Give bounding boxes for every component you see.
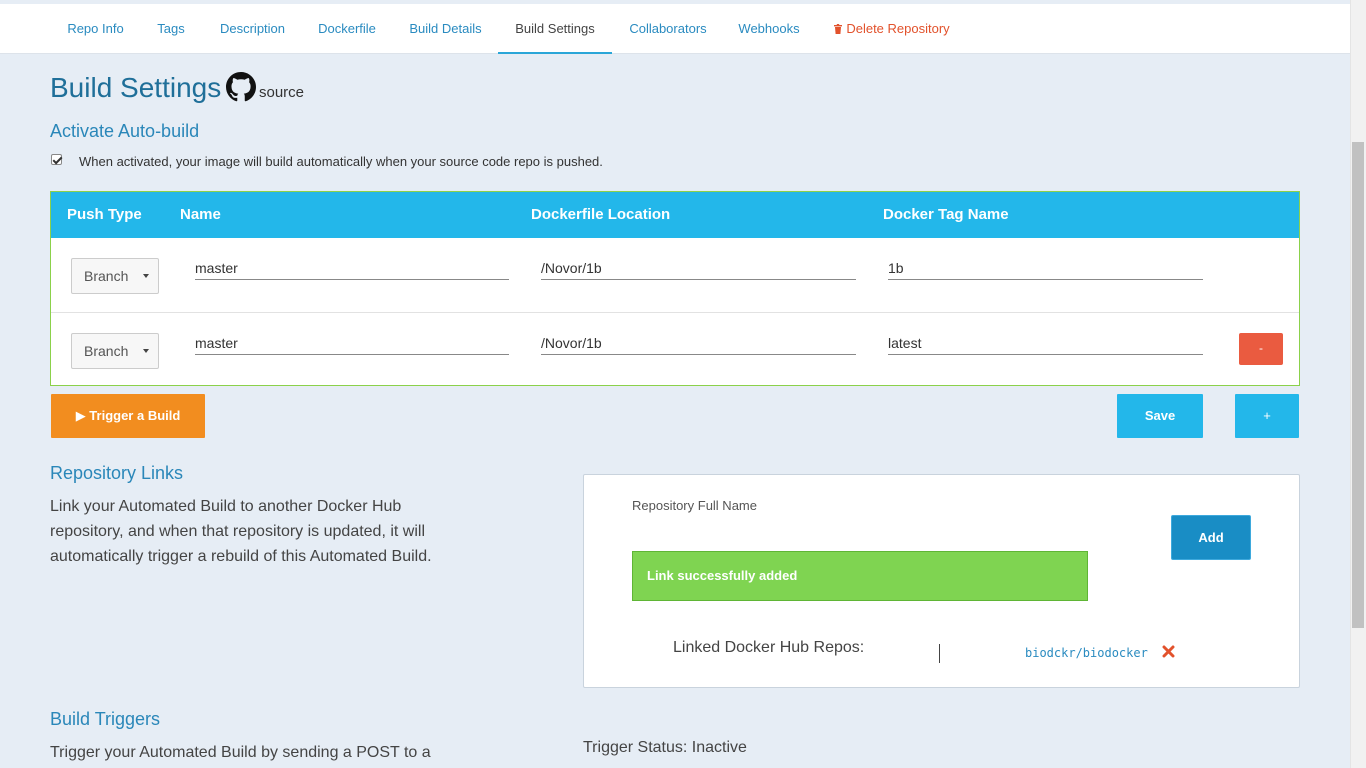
add-row-button[interactable]: + bbox=[1235, 394, 1299, 438]
autobuild-description: When activated, your image will build au… bbox=[79, 154, 603, 169]
remove-row-button[interactable]: - bbox=[1239, 333, 1283, 365]
repo-tab-bar: Repo Info Tags Description Dockerfile Bu… bbox=[0, 4, 1350, 54]
header-push-type: Push Type bbox=[67, 206, 142, 223]
tab-repo-info[interactable]: Repo Info bbox=[67, 4, 124, 54]
build-triggers-heading: Build Triggers bbox=[50, 709, 161, 729]
tab-collaborators[interactable]: Collaborators bbox=[629, 4, 707, 54]
build-settings-table: Push Type Name Dockerfile Location Docke… bbox=[50, 191, 1300, 386]
dockerfile-location-input[interactable]: /Novor/1b bbox=[541, 335, 856, 355]
autobuild-heading: Activate Auto-build bbox=[50, 121, 200, 141]
table-row: Branch master /Novor/1b 1b bbox=[51, 238, 1299, 312]
tab-webhooks[interactable]: Webhooks bbox=[738, 4, 800, 54]
docker-tag-input[interactable]: 1b bbox=[888, 260, 1203, 280]
caret-down-icon bbox=[143, 274, 149, 278]
name-input[interactable]: master bbox=[195, 260, 509, 280]
scrollbar-thumb[interactable] bbox=[1352, 142, 1364, 628]
tab-delete-repository[interactable]: Delete Repository bbox=[832, 4, 952, 54]
tab-build-settings[interactable]: Build Settings bbox=[498, 4, 612, 54]
page-scrollbar[interactable] bbox=[1350, 0, 1366, 768]
header-name: Name bbox=[180, 206, 221, 223]
push-type-select[interactable]: Branch bbox=[71, 333, 159, 369]
source-link[interactable]: source bbox=[259, 84, 304, 101]
dockerfile-location-input[interactable]: /Novor/1b bbox=[541, 260, 856, 280]
name-input[interactable]: master bbox=[195, 335, 509, 355]
page-title: Build Settings bbox=[50, 72, 222, 103]
tab-tags[interactable]: Tags bbox=[156, 4, 186, 54]
header-dockerfile-location: Dockerfile Location bbox=[531, 206, 671, 223]
repository-links-description: Link your Automated Build to another Doc… bbox=[50, 498, 432, 565]
trigger-status: Trigger Status: Inactive bbox=[583, 739, 747, 756]
header-docker-tag-name: Docker Tag Name bbox=[883, 206, 1009, 223]
push-type-select[interactable]: Branch bbox=[71, 258, 159, 294]
table-header: Push Type Name Dockerfile Location Docke… bbox=[51, 192, 1299, 238]
delete-repository-label: Delete Repository bbox=[846, 21, 950, 36]
tab-description[interactable]: Description bbox=[219, 4, 286, 54]
trigger-build-button[interactable]: ▶ Trigger a Build bbox=[51, 394, 205, 438]
caret-down-icon bbox=[143, 349, 149, 353]
trash-icon bbox=[834, 24, 843, 34]
table-row: Branch master /Novor/1b latest - bbox=[51, 312, 1299, 386]
build-triggers-description: Trigger your Automated Build by sending … bbox=[50, 744, 431, 761]
github-icon[interactable] bbox=[226, 72, 256, 102]
linked-repo-link[interactable]: biodckr/biodocker bbox=[1025, 646, 1148, 660]
autobuild-checkbox[interactable] bbox=[51, 154, 62, 165]
docker-tag-input[interactable]: latest bbox=[888, 335, 1203, 355]
add-link-button[interactable]: Add bbox=[1171, 515, 1251, 560]
repository-links-heading: Repository Links bbox=[50, 463, 184, 483]
push-type-value: Branch bbox=[84, 268, 129, 284]
tab-dockerfile[interactable]: Dockerfile bbox=[317, 4, 377, 54]
save-button[interactable]: Save bbox=[1117, 394, 1203, 438]
divider bbox=[939, 644, 940, 663]
close-icon[interactable] bbox=[1162, 645, 1175, 658]
push-type-value: Branch bbox=[84, 343, 129, 359]
success-alert: Link successfully added bbox=[632, 551, 1088, 601]
tab-build-details[interactable]: Build Details bbox=[408, 4, 483, 54]
repository-links-panel: Repository Full Name Add Link successful… bbox=[583, 474, 1300, 688]
repository-full-name-label: Repository Full Name bbox=[632, 498, 757, 513]
linked-repos-label: Linked Docker Hub Repos: bbox=[673, 639, 865, 656]
